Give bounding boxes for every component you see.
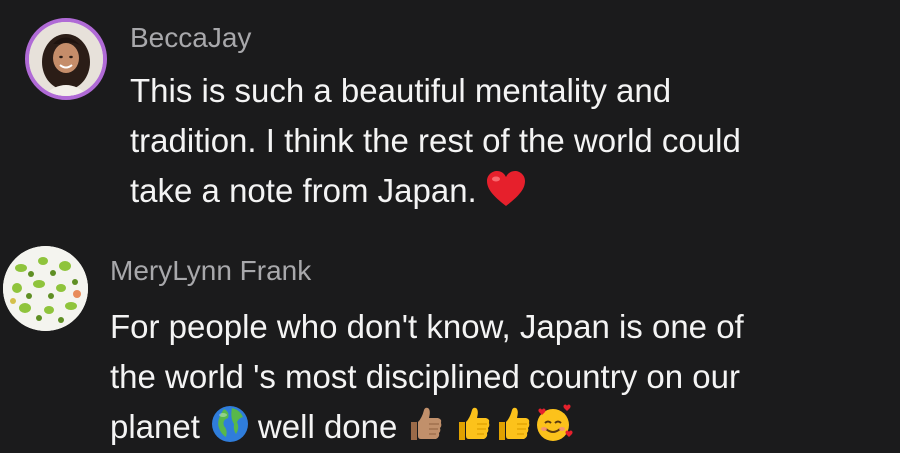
comment-username[interactable]: BeccaJay: [130, 24, 251, 52]
comment-text-line: the world 's most disciplined country on…: [110, 358, 740, 395]
avatar[interactable]: [3, 246, 88, 331]
comment-text-line: well done: [257, 408, 398, 445]
red-heart-icon: [486, 171, 525, 206]
comment-text-line: This is such a beautiful mentality and: [130, 72, 672, 109]
thumbs-up-medium-skin-icon: [411, 407, 442, 440]
avatar-photo: [3, 246, 88, 331]
comment-text-line: planet: [110, 408, 200, 445]
thumbs-up-icon: [459, 407, 490, 440]
comment-text: This is such a beautiful mentality and t…: [130, 66, 741, 216]
thumbs-up-icon: [499, 407, 530, 440]
comment-text-line: For people who don't know, Japan is one …: [110, 308, 744, 345]
comment-username[interactable]: MeryLynn Frank: [110, 257, 311, 285]
comment-text-line: take a note from Japan.: [130, 172, 477, 209]
avatar[interactable]: [25, 18, 107, 100]
avatar-photo: [29, 22, 103, 96]
globe-icon: [211, 406, 248, 442]
comment-text: For people who don't know, Japan is one …: [110, 302, 744, 452]
smiling-face-with-hearts-icon: [537, 404, 573, 441]
comment-text-line: tradition. I think the rest of the world…: [130, 122, 741, 159]
